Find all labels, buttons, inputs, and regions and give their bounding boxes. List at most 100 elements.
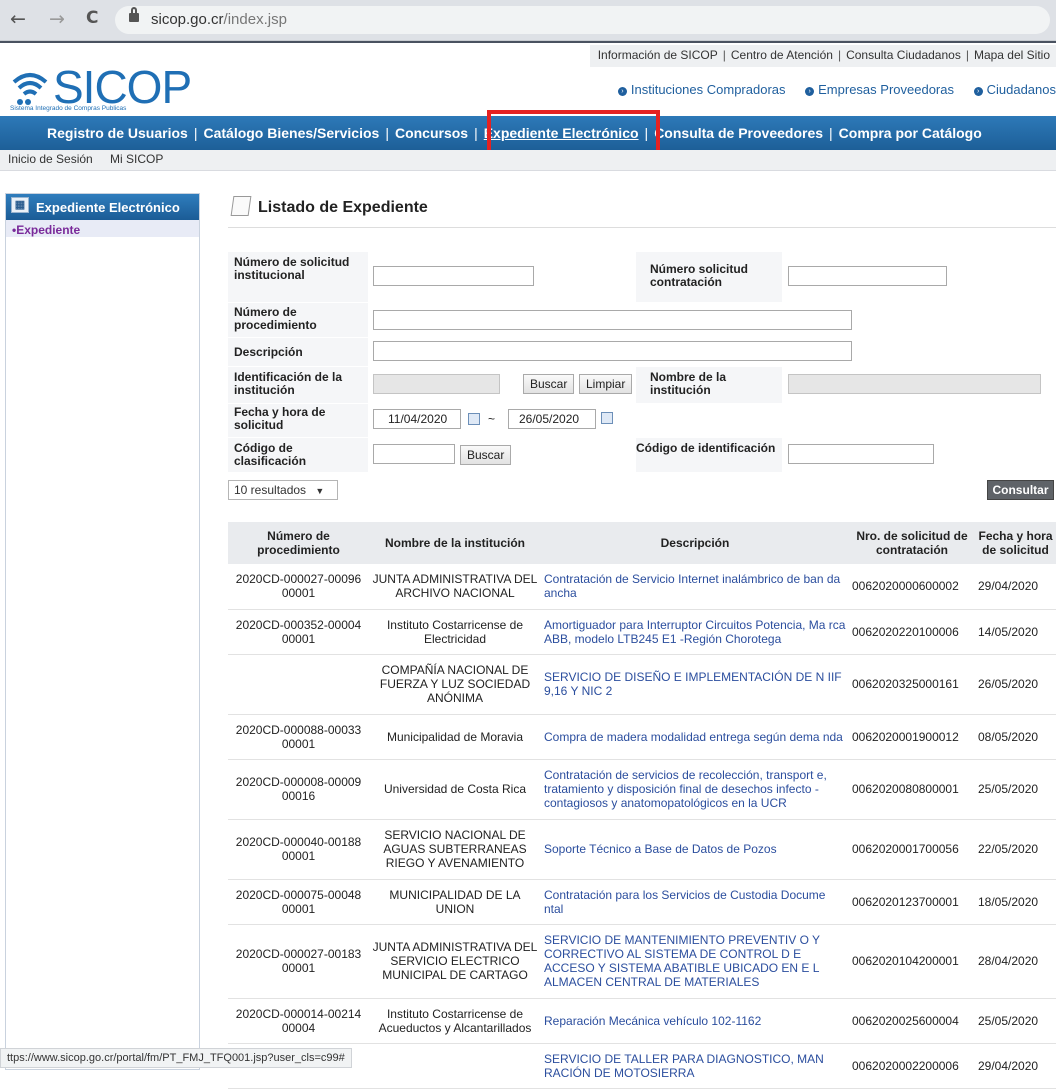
- fecha-desde-input[interactable]: 11/04/2020: [373, 409, 461, 429]
- utility-links: Información de SICOP | Centro de Atención |…: [589, 45, 1056, 67]
- results-per-page-select[interactable]: 10 resultados ▼: [228, 480, 338, 500]
- table-row: COMPAÑÍA NACIONAL DE FUERZA Y LUZ SOCIED…: [228, 654, 1056, 715]
- chevron-down-icon: ▼: [315, 486, 325, 496]
- link-inicio-sesion[interactable]: Inicio de Sesión: [8, 152, 93, 166]
- table-row: 2020CD-000027-00183 00001 JUNTA ADMINIST…: [228, 924, 1056, 999]
- label-id-institucion: Identificación de la institución: [234, 370, 343, 397]
- forward-icon[interactable]: →: [49, 8, 65, 30]
- description-link[interactable]: Contratación para los Servicios de Custo…: [541, 879, 849, 925]
- form-row: Número de solicitud institucional Número…: [228, 252, 1056, 303]
- table-row: 2020CD-000088-00033 00001 Municipalidad …: [228, 714, 1056, 760]
- date-range-separator: ~: [488, 412, 496, 426]
- calendar-icon[interactable]: [468, 413, 480, 425]
- link-consulta-ciudadanos[interactable]: Consulta Ciudadanos: [846, 48, 961, 62]
- link-mi-sicop[interactable]: Mi SICOP: [110, 152, 163, 166]
- buscar-button[interactable]: Buscar: [523, 374, 575, 394]
- description-link[interactable]: Reparación Mecánica vehículo 102-1162: [541, 998, 849, 1044]
- wifi-logo-icon: [12, 73, 48, 105]
- role-links: › Instituciones Compradoras › Empresas Pro…: [602, 82, 1056, 97]
- form-row: Fecha y hora de solicitud 11/04/2020 ~ 2…: [228, 404, 1056, 438]
- table-row: 2020CD-000352-00004 00001 Instituto Cost…: [228, 609, 1056, 655]
- id-institucion-input: [373, 374, 500, 394]
- column-header[interactable]: Nro. de solicitud de contratación: [849, 522, 975, 564]
- column-header[interactable]: Nombre de la institución: [369, 522, 541, 564]
- description-link[interactable]: Contratación de servicios de recolección…: [541, 759, 849, 820]
- column-header[interactable]: Fecha y hora de solicitud: [975, 522, 1056, 564]
- link-mapa-sitio[interactable]: Mapa del Sitio: [974, 48, 1050, 62]
- address-bar[interactable]: sicop.go.cr/index.jsp: [115, 6, 1050, 34]
- results-table: Número de procedimiento Nombre de la ins…: [228, 522, 1056, 1089]
- browser-toolbar: ← → C sicop.go.cr/index.jsp: [0, 0, 1056, 41]
- cod-clasificacion-input[interactable]: [373, 444, 455, 464]
- sidebar-title: Expediente Electrónico: [36, 200, 180, 215]
- table-row: 2020CD-000008-00009 00016 Universidad de…: [228, 759, 1056, 820]
- buscar-clasificacion-button[interactable]: Buscar: [460, 445, 512, 465]
- page-title: Listado de Expediente: [230, 196, 428, 217]
- label-num-solicitud-inst: Número de solicitud institucional: [234, 255, 350, 282]
- link-instituciones[interactable]: › Instituciones Compradoras: [617, 82, 786, 97]
- limpiar-button[interactable]: Limpiar: [579, 374, 633, 394]
- form-row: Descripción: [228, 338, 1056, 367]
- arrow-bullet-icon: ›: [973, 87, 983, 96]
- column-header[interactable]: Número de procedimiento: [228, 522, 369, 564]
- sicop-logo[interactable]: SICOP Sistema Integrado de Compras Publi…: [8, 61, 198, 116]
- nav-registro-usuarios[interactable]: Registro de Usuarios: [47, 125, 188, 141]
- label-num-procedimiento: Número de procedimiento: [234, 305, 317, 332]
- table-header-row: Número de procedimiento Nombre de la ins…: [228, 522, 1056, 564]
- title-divider: [228, 227, 1056, 228]
- reload-icon[interactable]: C: [86, 8, 98, 28]
- link-informacion[interactable]: Información de SICOP: [598, 48, 718, 62]
- fecha-hasta-input[interactable]: 26/05/2020: [508, 409, 596, 429]
- label-cod-clasificacion: Código de clasificación: [234, 441, 307, 468]
- folder-icon: ▦: [11, 197, 29, 213]
- header-divider: [0, 41, 1056, 43]
- calendar-icon[interactable]: [601, 412, 613, 424]
- form-row: Código de clasificación Buscar Código de…: [228, 438, 1056, 473]
- arrow-bullet-icon: ›: [805, 87, 815, 96]
- nombre-institucion-input: [788, 374, 1041, 394]
- table-row: SERVICIO DE TALLER PARA DIAGNOSTICO, MAN…: [228, 1043, 1056, 1089]
- logo-subtitle: Sistema Integrado de Compras Publicas: [10, 105, 127, 112]
- description-link[interactable]: Compra de madera modalidad entrega según…: [541, 714, 849, 760]
- back-icon[interactable]: ←: [10, 8, 26, 30]
- table-row: 2020CD-000040-00188 00001 SERVICIO NACIO…: [228, 819, 1056, 880]
- label-fecha-hora: Fecha y hora de solicitud: [234, 405, 326, 432]
- description-link[interactable]: Soporte Técnico a Base de Datos de Pozos: [541, 819, 849, 880]
- label-cod-identificacion: Código de identificación: [636, 441, 776, 455]
- cod-identificacion-input[interactable]: [788, 444, 934, 464]
- url-domain: sicop.go.cr: [151, 11, 224, 28]
- num-solicitud-inst-input[interactable]: [373, 266, 534, 286]
- descripcion-input[interactable]: [373, 341, 852, 361]
- sidebar: ▦ Expediente Electrónico •Expediente: [5, 193, 200, 1070]
- table-row: 2020CD-000027-00096 00001 JUNTA ADMINIST…: [228, 564, 1056, 610]
- label-descripcion: Descripción: [234, 345, 303, 359]
- status-bar-url: ttps://www.sicop.go.cr/portal/fm/PT_FMJ_…: [0, 1048, 352, 1068]
- consultar-button[interactable]: Consultar: [987, 480, 1054, 500]
- table-row: 2020CD-000075-00048 00001 MUNICIPALIDAD …: [228, 879, 1056, 925]
- description-link[interactable]: Amortiguador para Interruptor Circuitos …: [541, 609, 849, 655]
- sub-navigation: Inicio de Sesión Mi SICOP: [0, 150, 1056, 171]
- document-icon: [230, 196, 252, 216]
- nav-consulta-proveedores[interactable]: Consulta de Proveedores: [654, 125, 823, 141]
- link-ciudadanos[interactable]: › Ciudadanos: [973, 82, 1056, 97]
- sidebar-item-expediente[interactable]: •Expediente: [6, 220, 199, 237]
- description-link[interactable]: SERVICIO DE MANTENIMIENTO PREVENTIV O Y …: [541, 924, 849, 999]
- nav-compra-catalogo[interactable]: Compra por Catálogo: [839, 125, 982, 141]
- link-centro-atencion[interactable]: Centro de Atención: [731, 48, 833, 62]
- form-row: Identificación de la institución Buscar …: [228, 367, 1056, 404]
- sidebar-header: ▦ Expediente Electrónico: [6, 194, 199, 220]
- url-path: /index.jsp: [223, 11, 287, 28]
- form-row: Número de procedimiento: [228, 303, 1056, 338]
- column-header[interactable]: Descripción: [541, 522, 849, 564]
- highlight-box: [487, 110, 660, 155]
- nav-concursos[interactable]: Concursos: [395, 125, 468, 141]
- nav-catalogo[interactable]: Catálogo Bienes/Servicios: [203, 125, 379, 141]
- description-link[interactable]: SERVICIO DE DISEÑO E IMPLEMENTACIÓN DE N…: [541, 654, 849, 715]
- lock-icon: [129, 7, 139, 22]
- label-num-solicitud-contr: Número solicitud contratación: [650, 262, 749, 289]
- link-empresas[interactable]: › Empresas Proveedoras: [805, 82, 954, 97]
- description-link[interactable]: Contratación de Servicio Internet inalám…: [541, 564, 849, 610]
- description-link[interactable]: SERVICIO DE TALLER PARA DIAGNOSTICO, MAN…: [541, 1043, 849, 1089]
- num-procedimiento-input[interactable]: [373, 310, 852, 330]
- num-solicitud-contr-input[interactable]: [788, 266, 947, 286]
